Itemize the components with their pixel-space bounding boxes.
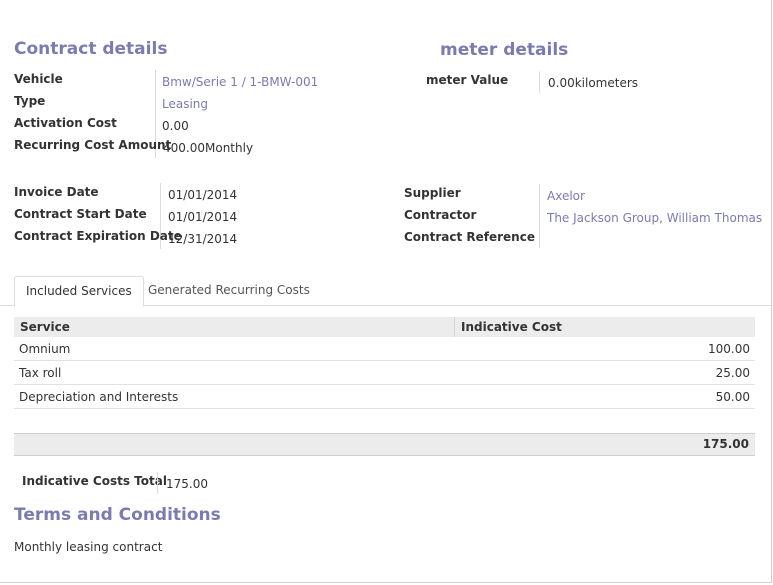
vehicle-label: Vehicle — [14, 72, 63, 86]
recurring-cost-period: Monthly — [205, 141, 254, 155]
column-header-indicative-cost[interactable]: Indicative Cost — [454, 317, 755, 337]
odometer-unit: kilometers — [574, 76, 639, 90]
recurring-cost-amount: 400.00 — [163, 141, 205, 155]
contract-expiration-value: 12/31/2014 — [168, 232, 238, 246]
odometer-amount: 0.00 — [548, 76, 575, 90]
odometer-value: 0.00kilometers — [548, 76, 638, 90]
supplier-link[interactable]: Axelor — [547, 189, 585, 203]
cost-cell: 100.00 — [454, 337, 755, 361]
contract-details-title: Contract details — [14, 39, 168, 59]
contract-start-label: Contract Start Date — [14, 207, 147, 221]
tab-generated-recurring-costs[interactable]: Generated Recurring Costs — [137, 276, 321, 304]
invoice-date-value: 01/01/2014 — [168, 188, 238, 202]
table-row[interactable]: Depreciation and Interests 50.00 — [14, 384, 755, 409]
activation-cost-label: Activation Cost — [14, 116, 117, 130]
table-total: 175.00 — [702, 437, 749, 451]
contractor-link[interactable]: The Jackson Group, William Thomas — [547, 211, 762, 225]
field-divider — [539, 184, 540, 248]
vehicle-link[interactable]: Bmw/Serie 1 / 1-BMW-001 — [162, 75, 318, 89]
notebook-tabs: Included Services Generated Recurring Co… — [0, 276, 771, 307]
service-cell: Omnium — [14, 337, 455, 361]
odometer-details-title: meter details — [440, 40, 569, 60]
supplier-label: Supplier — [404, 186, 461, 200]
field-divider — [539, 71, 540, 93]
table-footer: 175.00 — [14, 433, 755, 456]
contract-form: Contract details Vehicle Bmw/Serie 1 / 1… — [0, 0, 772, 583]
recurring-cost-label: Recurring Cost Amount — [14, 138, 172, 152]
terms-text: Monthly leasing contract — [14, 540, 163, 554]
cost-cell: 50.00 — [454, 384, 755, 409]
tab-included-services[interactable]: Included Services — [14, 276, 144, 307]
table-header-row: Service Indicative Cost — [14, 317, 755, 337]
odometer-value-label: meter Value — [426, 73, 509, 87]
contract-expiration-label: Contract Expiration Date — [14, 229, 182, 243]
indicative-costs-total-label: Indicative Costs Total — [22, 474, 167, 488]
type-label: Type — [14, 94, 46, 108]
activation-cost-value: 0.00 — [162, 119, 189, 133]
invoice-date-label: Invoice Date — [14, 185, 99, 199]
service-cell: Depreciation and Interests — [14, 384, 455, 409]
services-table: Service Indicative Cost Omnium 100.00 Ta… — [14, 317, 755, 409]
type-link[interactable]: Leasing — [162, 97, 208, 111]
column-header-service[interactable]: Service — [14, 317, 455, 337]
table-row[interactable]: Tax roll 25.00 — [14, 360, 755, 385]
contractor-label: Contractor — [404, 208, 477, 222]
field-divider — [157, 472, 158, 494]
cost-cell: 25.00 — [454, 360, 755, 385]
table-row[interactable]: Omnium 100.00 — [14, 337, 755, 361]
contract-start-value: 01/01/2014 — [168, 210, 238, 224]
recurring-cost-value: 400.00Monthly — [163, 141, 253, 155]
terms-title: Terms and Conditions — [14, 505, 221, 525]
contract-reference-label: Contract Reference — [404, 230, 535, 244]
service-cell: Tax roll — [14, 360, 455, 385]
indicative-costs-total-value: 175.00 — [166, 477, 208, 491]
